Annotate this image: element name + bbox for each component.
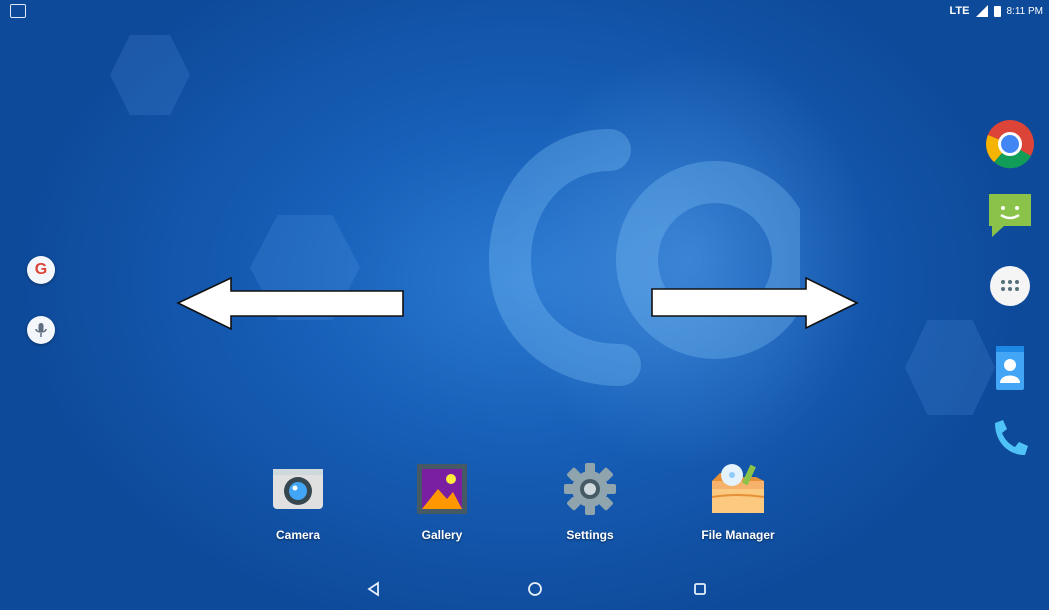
wallpaper-logo [488,129,800,386]
screenshot-notification-icon [10,4,26,18]
back-icon [367,581,379,597]
file-manager-app[interactable]: File Manager [678,456,798,542]
settings-label: Settings [566,528,614,542]
recent-apps-button[interactable] [688,577,712,601]
settings-app[interactable]: Settings [530,456,650,542]
chrome-icon[interactable] [984,118,1036,170]
home-button[interactable] [523,577,547,601]
phone-icon[interactable] [984,412,1036,464]
file-manager-label: File Manager [701,528,775,542]
file-manager-icon [705,456,771,522]
messaging-icon[interactable] [984,188,1036,240]
google-search-icon[interactable]: G [27,256,55,284]
camera-app[interactable]: Camera [238,456,358,542]
home-screen: LTE 8:11 PM G Camera Gallery Settings Fi… [0,0,1049,610]
swipe-left-arrow-icon [176,276,404,331]
signal-icon [975,5,988,17]
settings-icon [557,456,623,522]
battery-icon [993,5,1001,17]
microphone-icon[interactable] [27,316,55,344]
status-icons: LTE 8:11 PM [950,5,1043,17]
gallery-app[interactable]: Gallery [382,456,502,542]
back-button[interactable] [362,577,386,601]
gallery-icon [409,456,475,522]
contacts-icon[interactable] [984,342,1036,394]
home-icon [528,582,542,596]
clock: 8:11 PM [1006,5,1044,17]
apps-grid-icon[interactable] [984,260,1036,312]
network-type: LTE [949,5,970,17]
gallery-label: Gallery [421,528,463,542]
wallpaper-hexagon [110,35,190,115]
right-dock [976,118,1042,478]
camera-icon [265,456,331,522]
recent-apps-icon [694,583,706,595]
swipe-right-arrow-icon [651,276,859,330]
camera-label: Camera [275,528,321,542]
status-bar: LTE 8:11 PM [0,0,1049,24]
